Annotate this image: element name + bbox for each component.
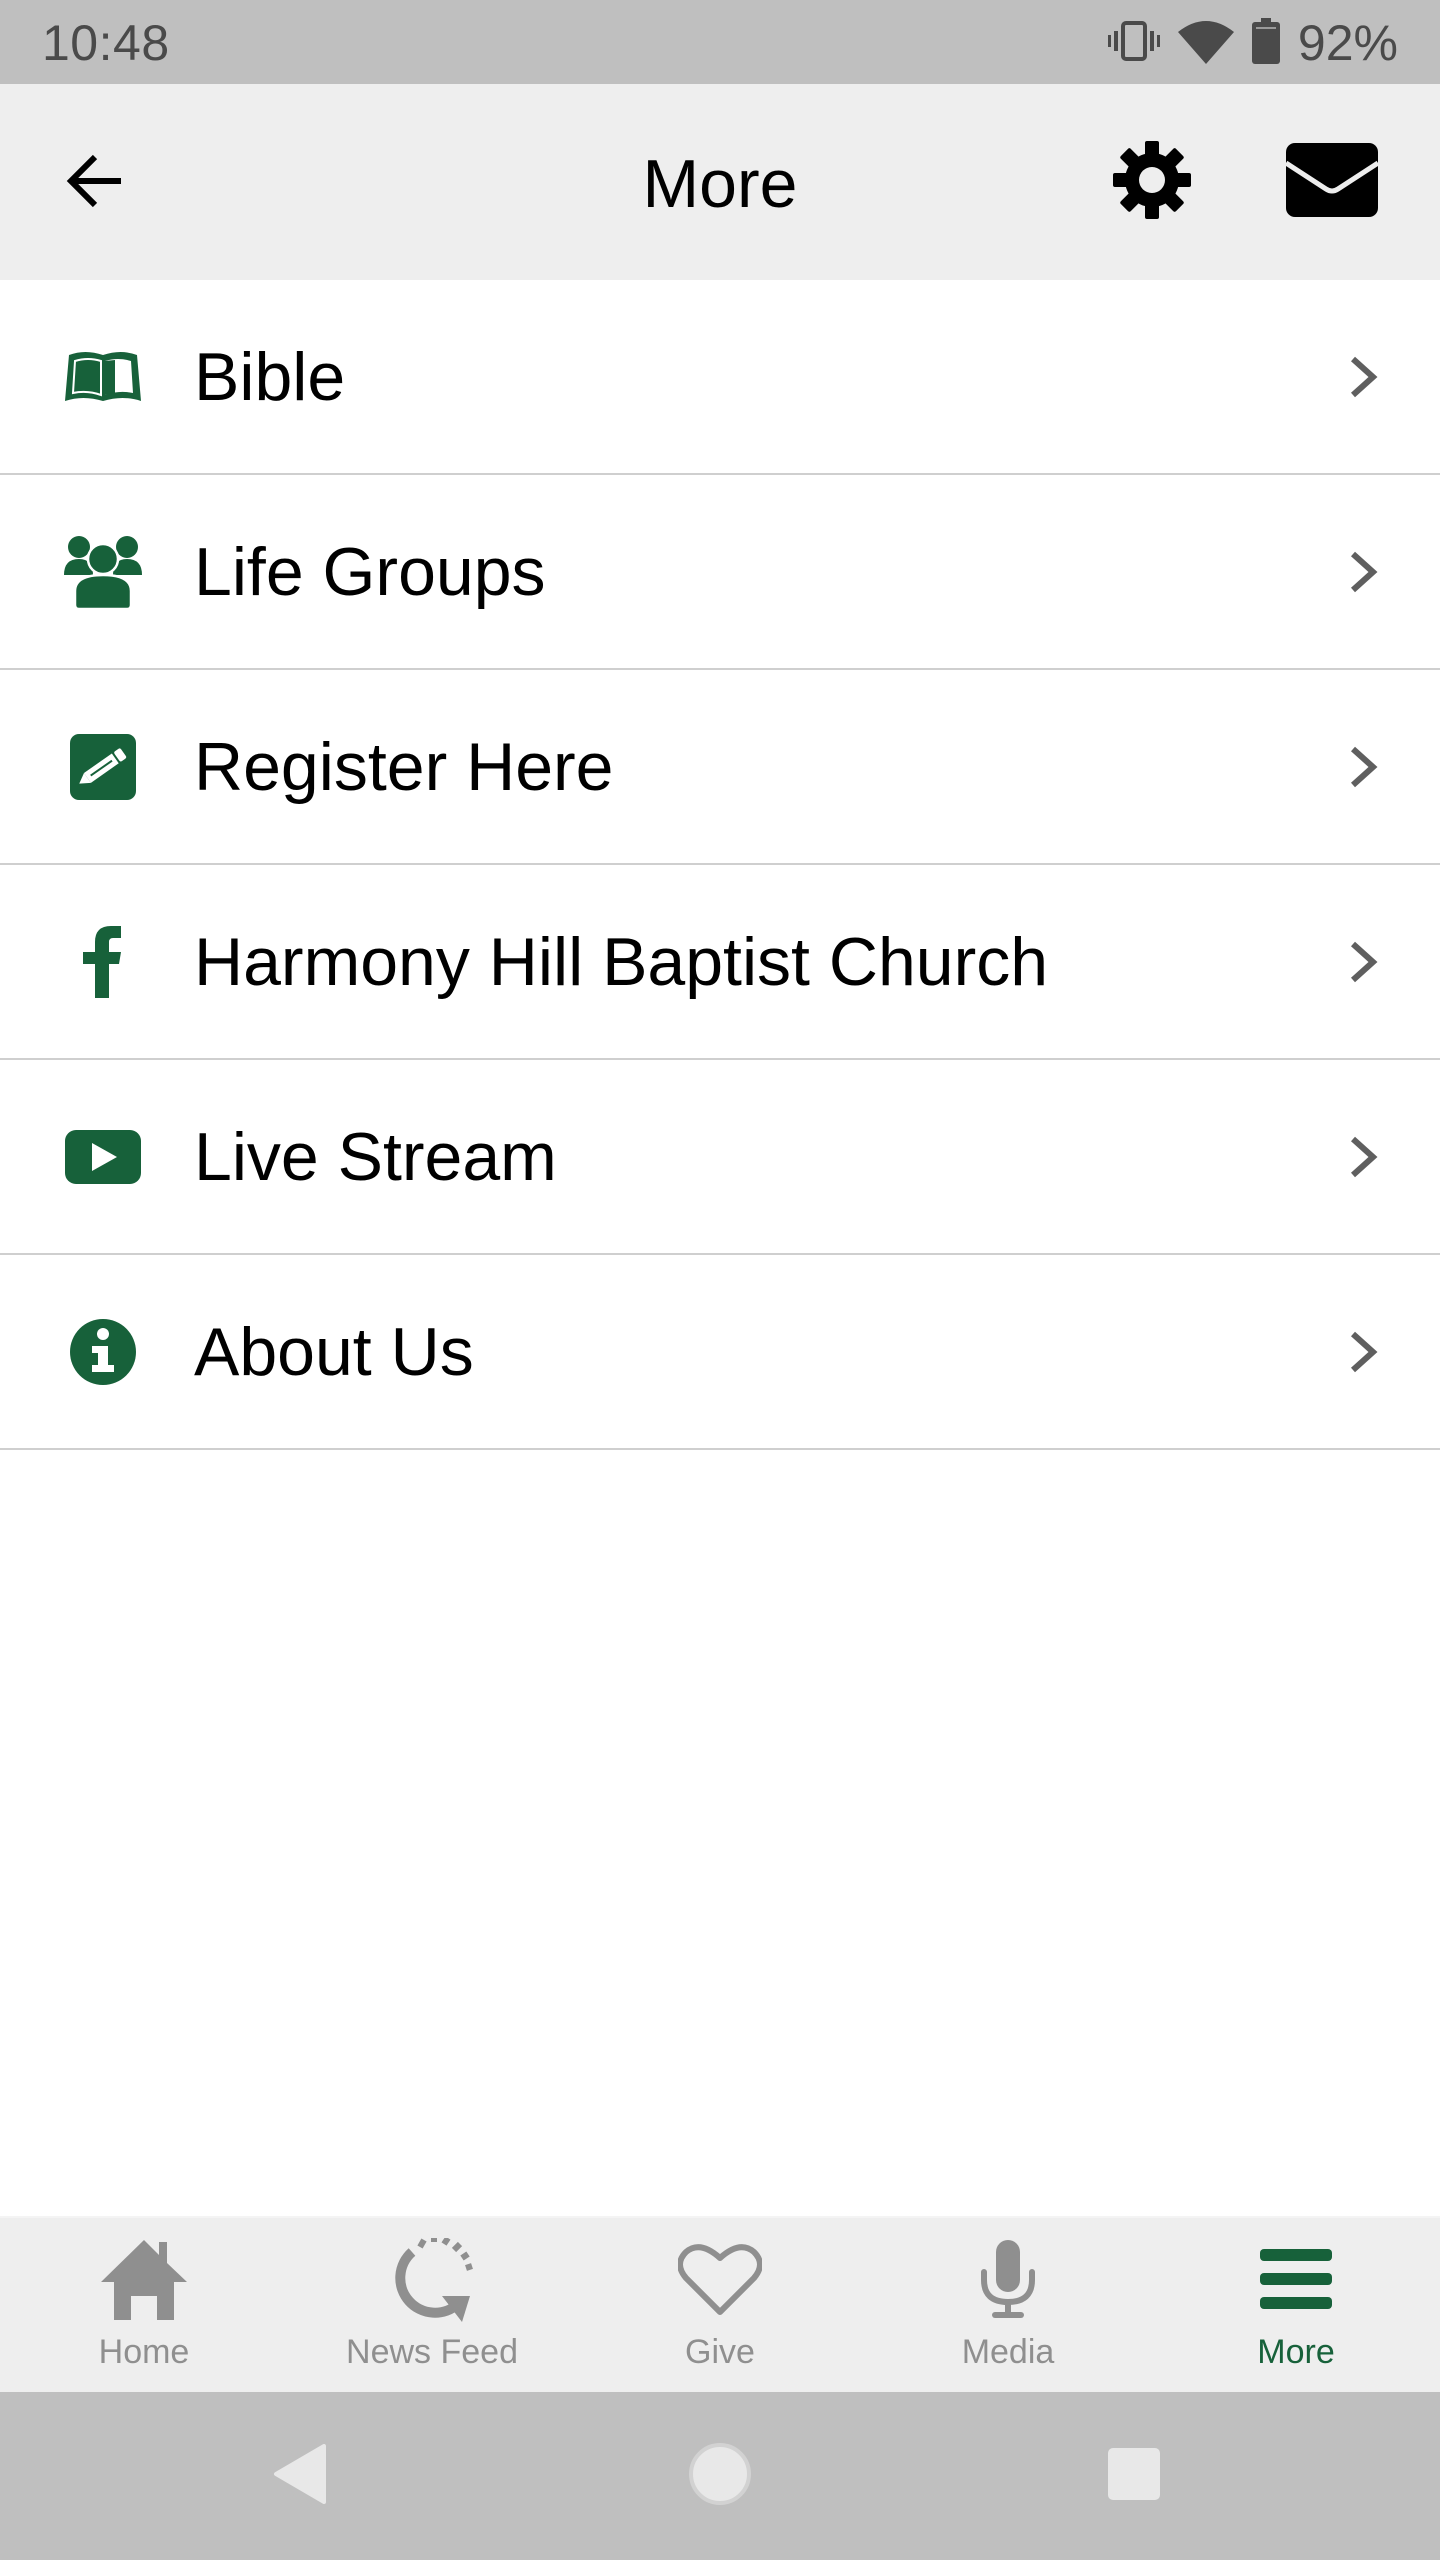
page-title: More bbox=[642, 146, 798, 222]
messages-button[interactable] bbox=[1282, 140, 1382, 224]
tab-media[interactable]: Media bbox=[864, 2218, 1152, 2392]
menu-list: Bible Life Groups Register Here Harmony … bbox=[0, 280, 1440, 1450]
menu-item-label: About Us bbox=[194, 1313, 474, 1390]
menu-item-live-stream[interactable]: Live Stream bbox=[0, 1060, 1440, 1255]
system-back-button[interactable] bbox=[260, 2436, 340, 2516]
chevron-right-icon bbox=[1340, 932, 1388, 992]
hamburger-menu-icon bbox=[1251, 2238, 1341, 2322]
menu-item-label: Life Groups bbox=[194, 533, 546, 610]
battery-icon bbox=[1251, 17, 1280, 69]
menu-item-register-here[interactable]: Register Here bbox=[0, 670, 1440, 865]
heart-outline-icon bbox=[675, 2238, 765, 2322]
menu-item-facebook[interactable]: Harmony Hill Baptist Church bbox=[0, 865, 1440, 1060]
tab-label: News Feed bbox=[346, 2333, 518, 2371]
wifi-icon bbox=[1177, 18, 1234, 69]
settings-button[interactable] bbox=[1108, 138, 1196, 226]
home-circle-icon bbox=[687, 2441, 753, 2512]
tab-home[interactable]: Home bbox=[0, 2218, 288, 2392]
open-book-icon bbox=[60, 334, 146, 420]
facebook-icon bbox=[60, 919, 146, 1005]
system-navigation-bar bbox=[0, 2392, 1440, 2560]
tab-label: Give bbox=[685, 2333, 755, 2371]
menu-item-bible[interactable]: Bible bbox=[0, 280, 1440, 475]
menu-item-label: Live Stream bbox=[194, 1118, 557, 1195]
back-triangle-icon bbox=[272, 2443, 328, 2509]
chevron-right-icon bbox=[1340, 737, 1388, 797]
status-icons: 92% bbox=[1107, 15, 1398, 71]
tab-news-feed[interactable]: News Feed bbox=[288, 2218, 576, 2392]
refresh-feed-icon bbox=[387, 2238, 477, 2322]
tab-give[interactable]: Give bbox=[576, 2218, 864, 2392]
pencil-square-icon bbox=[60, 724, 146, 810]
chevron-right-icon bbox=[1340, 542, 1388, 602]
menu-item-label: Harmony Hill Baptist Church bbox=[194, 923, 1049, 1000]
youtube-play-icon bbox=[60, 1114, 146, 1200]
chevron-right-icon bbox=[1340, 1127, 1388, 1187]
info-circle-icon bbox=[60, 1309, 146, 1395]
menu-item-label: Bible bbox=[194, 338, 346, 415]
tab-label: More bbox=[1257, 2333, 1335, 2371]
gear-icon bbox=[1112, 140, 1192, 225]
system-recents-button[interactable] bbox=[1094, 2436, 1174, 2516]
chevron-right-icon bbox=[1340, 347, 1388, 407]
envelope-icon bbox=[1284, 142, 1380, 222]
microphone-icon bbox=[963, 2238, 1053, 2322]
system-home-button[interactable] bbox=[680, 2436, 760, 2516]
status-time: 10:48 bbox=[42, 15, 170, 71]
battery-percent: 92% bbox=[1297, 15, 1398, 71]
home-icon bbox=[99, 2238, 189, 2322]
tab-label: Home bbox=[98, 2333, 190, 2371]
menu-item-about-us[interactable]: About Us bbox=[0, 1255, 1440, 1450]
app-header: More bbox=[0, 84, 1440, 280]
tab-label: Media bbox=[961, 2333, 1055, 2371]
bottom-tab-bar: Home News Feed Give Media More bbox=[0, 2216, 1440, 2392]
vibrate-icon bbox=[1107, 19, 1160, 68]
tab-more[interactable]: More bbox=[1152, 2218, 1440, 2392]
chevron-right-icon bbox=[1340, 1322, 1388, 1382]
menu-item-life-groups[interactable]: Life Groups bbox=[0, 475, 1440, 670]
users-icon bbox=[60, 529, 146, 615]
menu-item-label: Register Here bbox=[194, 728, 614, 805]
recents-square-icon bbox=[1106, 2446, 1162, 2507]
status-bar: 10:48 92% bbox=[0, 0, 1440, 84]
